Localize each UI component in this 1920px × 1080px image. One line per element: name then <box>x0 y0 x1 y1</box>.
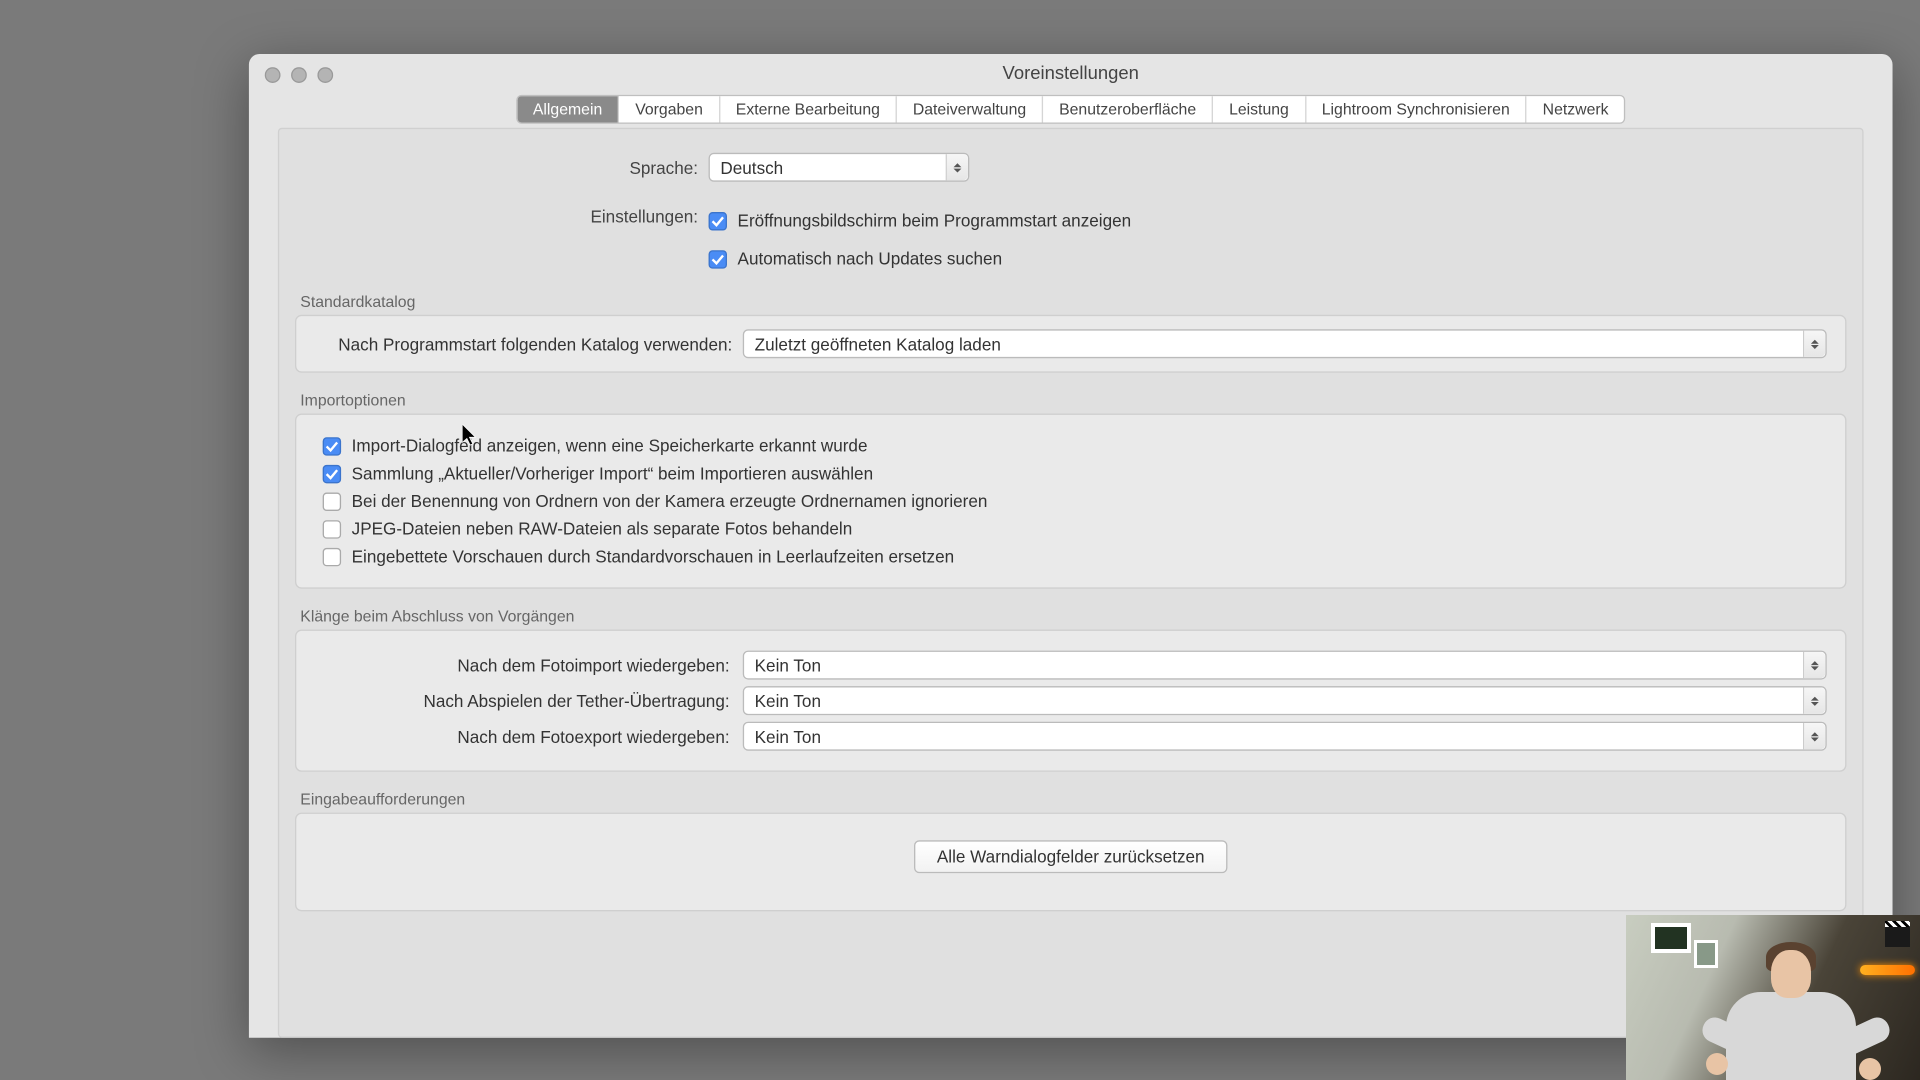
window-title: Voreinstellungen <box>249 54 1893 91</box>
checkbox-embedded-previews[interactable] <box>323 547 341 565</box>
sound-export-dropdown[interactable]: Kein Ton <box>743 722 1827 751</box>
tab-lightroom-sync[interactable]: Lightroom Synchronisieren <box>1306 96 1527 122</box>
catalog-value: Zuletzt geöffneten Katalog laden <box>755 334 1001 354</box>
dropdown-handle-icon <box>1803 652 1825 678</box>
language-label: Sprache: <box>279 157 708 177</box>
checkbox-auto-update-label: Automatisch nach Updates suchen <box>738 249 1003 269</box>
webcam-overlay <box>1626 915 1920 1080</box>
checkbox-splash-label: Eröffnungsbildschirm beim Programmstart … <box>738 211 1132 231</box>
dropdown-handle-icon <box>1803 331 1825 357</box>
sound-tether-dropdown[interactable]: Kein Ton <box>743 686 1827 715</box>
tab-externe-bearbeitung[interactable]: Externe Bearbeitung <box>720 96 897 122</box>
sound-import-value: Kein Ton <box>755 655 821 675</box>
language-dropdown[interactable]: Deutsch <box>709 153 970 182</box>
section-title-sounds: Klänge beim Abschluss von Vorgängen <box>300 607 1846 625</box>
checkbox-ignore-folder-names[interactable] <box>323 492 341 510</box>
tab-dateiverwaltung[interactable]: Dateiverwaltung <box>897 96 1043 122</box>
sound-import-dropdown[interactable]: Kein Ton <box>743 651 1827 680</box>
tab-netzwerk[interactable]: Netzwerk <box>1527 96 1624 122</box>
tab-allgemein[interactable]: Allgemein <box>517 96 619 122</box>
checkbox-jpeg-separate[interactable] <box>323 520 341 538</box>
tab-benutzeroberflaeche[interactable]: Benutzeroberfläche <box>1043 96 1213 122</box>
sound-export-label: Nach dem Fotoexport wiedergeben: <box>315 726 743 746</box>
sound-tether-label: Nach Abspielen der Tether-Übertragung: <box>315 691 743 711</box>
catalog-label: Nach Programmstart folgenden Katalog ver… <box>315 334 743 354</box>
checkbox-auto-update[interactable] <box>709 250 727 268</box>
checkbox-jpeg-separate-label: JPEG-Dateien neben RAW-Dateien als separ… <box>352 519 853 539</box>
checkbox-import-dialog-label: Import-Dialogfeld anzeigen, wenn eine Sp… <box>352 436 868 456</box>
sound-tether-value: Kein Ton <box>755 691 821 711</box>
checkbox-embedded-previews-label: Eingebettete Vorschauen durch Standardvo… <box>352 547 955 567</box>
catalog-dropdown[interactable]: Zuletzt geöffneten Katalog laden <box>743 329 1827 358</box>
language-value: Deutsch <box>720 157 783 177</box>
mouse-cursor-icon <box>462 424 480 448</box>
tab-vorgaben[interactable]: Vorgaben <box>619 96 720 122</box>
tab-leistung[interactable]: Leistung <box>1213 96 1306 122</box>
checkbox-splash-screen[interactable] <box>709 211 727 229</box>
tab-bar: Allgemein Vorgaben Externe Bearbeitung D… <box>249 95 1893 124</box>
section-title-import: Importoptionen <box>300 391 1846 409</box>
close-icon[interactable] <box>265 67 281 83</box>
minimize-icon[interactable] <box>291 67 307 83</box>
section-title-catalog: Standardkatalog <box>300 292 1846 310</box>
sound-export-value: Kein Ton <box>755 726 821 746</box>
dropdown-handle-icon <box>946 154 968 180</box>
dropdown-handle-icon <box>1803 687 1825 713</box>
zoom-icon[interactable] <box>317 67 333 83</box>
checkbox-import-collection-label: Sammlung „Aktueller/Vorheriger Import“ b… <box>352 464 873 484</box>
checkbox-import-collection[interactable] <box>323 464 341 482</box>
settings-label: Einstellungen: <box>279 205 708 226</box>
checkbox-ignore-folder-names-label: Bei der Benennung von Ordnern von der Ka… <box>352 491 988 511</box>
preferences-window: Voreinstellungen Allgemein Vorgaben Exte… <box>249 54 1893 1038</box>
sound-import-label: Nach dem Fotoimport wiedergeben: <box>315 655 743 675</box>
section-title-prompts: Eingabeaufforderungen <box>300 790 1846 808</box>
window-controls <box>265 67 333 83</box>
content-panel: Sprache: Deutsch Einstellungen: Eröffnun… <box>278 128 1864 1038</box>
reset-warnings-button[interactable]: Alle Warndialogfelder zurücksetzen <box>914 840 1227 873</box>
dropdown-handle-icon <box>1803 723 1825 749</box>
checkbox-import-dialog[interactable] <box>323 437 341 455</box>
titlebar: Voreinstellungen <box>249 54 1893 91</box>
